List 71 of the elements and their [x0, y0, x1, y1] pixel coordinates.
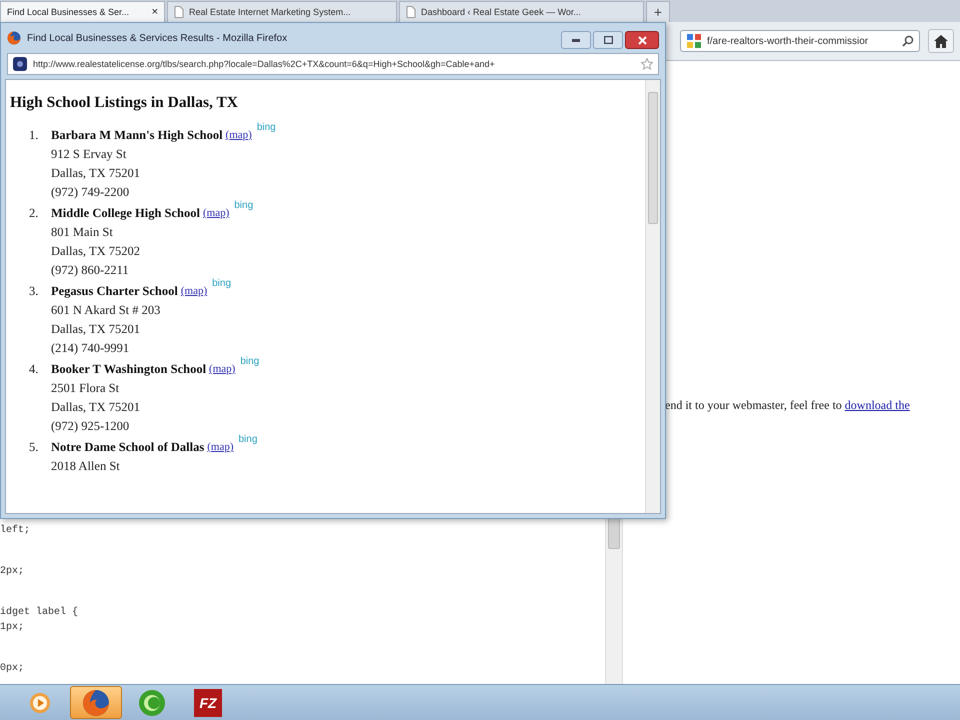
scrollbar[interactable] [645, 80, 660, 513]
bing-label: bing [240, 356, 260, 367]
star-icon[interactable] [641, 58, 653, 70]
listing-detail: (972) 860-2211 [51, 262, 130, 279]
listing-detail: 2501 Flora St [51, 380, 120, 397]
taskbar-button[interactable] [70, 686, 122, 719]
browser-tab[interactable]: Real Estate Internet Marketing System... [167, 1, 397, 22]
listing-name: Notre Dame School of Dallas [51, 439, 204, 456]
list-number: 3. [29, 283, 40, 300]
bing-label: bing [212, 278, 232, 289]
listing-name: Middle College High School [51, 205, 200, 222]
code-line: 1px; [0, 622, 24, 633]
map-link[interactable]: (map) [207, 438, 234, 457]
search-field[interactable]: f/are-realtors-worth-their-commissior [680, 30, 920, 52]
ring-icon [138, 688, 166, 716]
taskbar-button[interactable]: FZ [182, 686, 234, 719]
listing-detail: Dallas, TX 75202 [51, 243, 141, 260]
map-link[interactable]: (map) [226, 126, 252, 145]
listing-detail: 601 N Akard St # 203 [51, 302, 162, 319]
browser-tab[interactable]: Dashboard ‹ Real Estate Geek — Wor... [399, 1, 644, 22]
new-tab-button[interactable]: + [646, 1, 670, 22]
page-heading: High School Listings in Dallas, TX [10, 94, 239, 112]
app-icon: FZ [194, 688, 222, 716]
code-line: 0px; [0, 663, 24, 674]
list-number: 1. [29, 127, 40, 144]
window-title: Find Local Businesses & Services Results - Mozilla Firefox [27, 32, 288, 44]
bing-label: bing [234, 200, 254, 211]
listing-name: Booker T Washington School [51, 361, 206, 378]
map-link[interactable]: (map) [180, 282, 208, 301]
close-icon [638, 36, 646, 44]
code-line: idget label { [0, 607, 78, 618]
listing-detail: (214) 740-9991 [51, 340, 130, 357]
listing-detail: Dallas, TX 75201 [51, 321, 141, 338]
listing-name: Pegasus Charter School [51, 283, 178, 300]
site-icon [13, 57, 27, 71]
minimize-icon [572, 38, 580, 42]
listing-detail: Dallas, TX 75201 [51, 165, 141, 182]
browser-tab[interactable]: Find Local Businesses & Ser... × [0, 1, 165, 22]
page-text: end it to your webmaster, feel free to download the [665, 398, 911, 413]
page-icon [406, 6, 416, 18]
maximize-button[interactable] [593, 31, 623, 49]
bing-label: bing [238, 434, 258, 445]
search-icon[interactable] [902, 35, 914, 47]
listing-detail: 912 S Ervay St [51, 146, 128, 163]
listing-detail: (972) 749-2200 [51, 184, 130, 201]
listing-detail: 801 Main St [51, 224, 114, 241]
bing-label: bing [256, 122, 276, 133]
map-link[interactable]: (map) [202, 204, 230, 223]
code-line: left; [0, 525, 30, 536]
list-number: 5. [29, 439, 40, 456]
list-number: 4. [29, 361, 40, 378]
code-line: 2px; [0, 566, 24, 577]
download-link[interactable]: download the [844, 398, 910, 412]
close-tab-button[interactable]: × [152, 6, 158, 18]
minimize-button[interactable] [561, 31, 591, 49]
page-icon [174, 6, 184, 18]
globe-icon [82, 688, 110, 716]
map-link[interactable]: (map) [209, 360, 236, 379]
home-button[interactable] [928, 29, 954, 53]
listing-detail: (972) 925-1200 [51, 418, 130, 435]
address-field[interactable]: http://www.realestatelicense.org/tlbs/search.php?locale=Dallas%2C+TX&count=6&q=High+School&gh=Cable+and+ [7, 53, 659, 75]
maximize-icon [604, 36, 612, 44]
search-engine-icon [686, 33, 702, 49]
play-icon [29, 692, 51, 714]
listing-detail: Dallas, TX 75201 [51, 399, 141, 416]
globe-icon [7, 31, 21, 45]
listing-name: Barbara M Mann's High School [51, 127, 223, 144]
home-icon [934, 34, 948, 48]
listing-detail: 2018 Allen St [51, 458, 121, 475]
list-number: 2. [29, 205, 40, 222]
close-button[interactable] [625, 31, 659, 49]
